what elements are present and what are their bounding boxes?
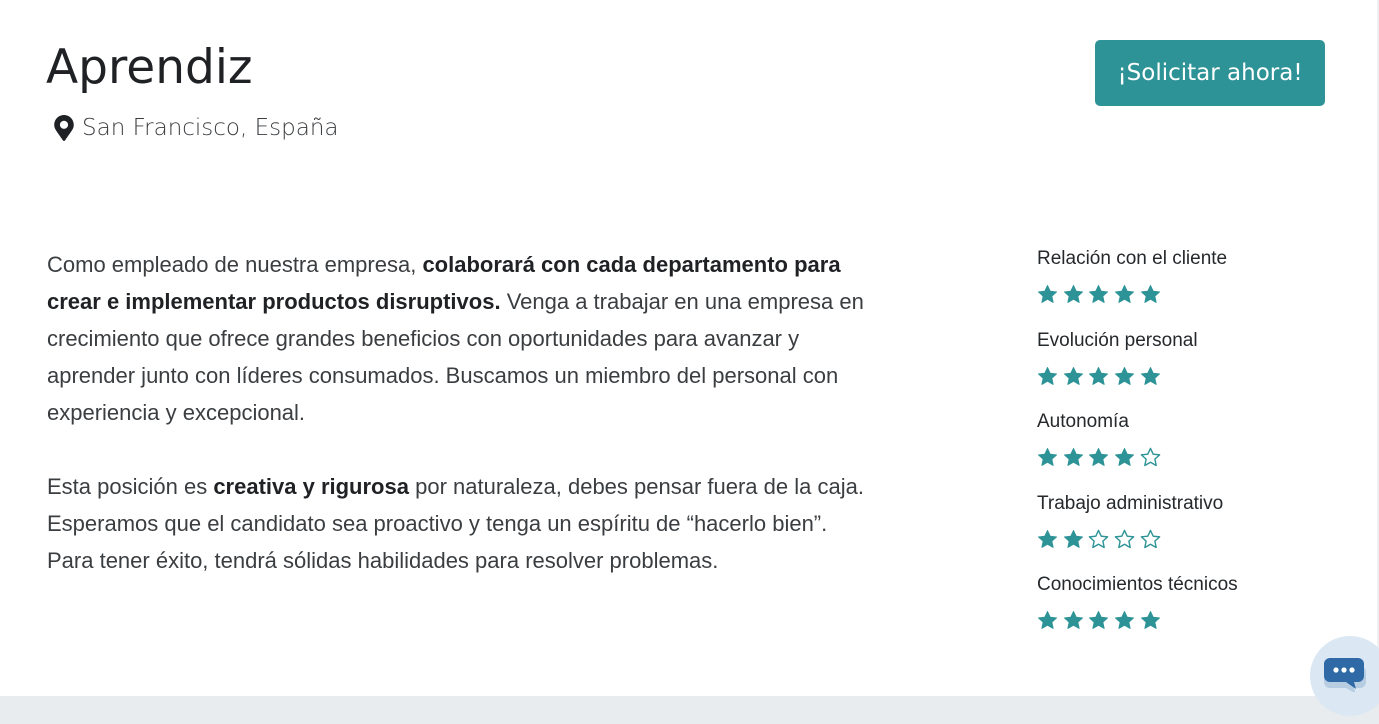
rating-label: Evolución personal bbox=[1037, 329, 1198, 351]
star-filled-icon bbox=[1140, 610, 1160, 629]
star-outline-icon bbox=[1140, 447, 1161, 467]
star-filled-icon bbox=[1115, 610, 1135, 629]
star-filled-icon bbox=[1063, 284, 1083, 303]
rating-label: Relación con el cliente bbox=[1037, 248, 1228, 269]
star-filled-icon bbox=[1089, 447, 1109, 466]
star-filled-icon bbox=[1115, 284, 1135, 303]
rating-stars bbox=[1037, 610, 1337, 631]
description-highlight: creativa y rigurosa bbox=[213, 474, 409, 499]
rating-label: Trabajo administrativo bbox=[1037, 492, 1224, 514]
description-paragraph-1: Como empleado de nuestra empresa, colabo… bbox=[47, 246, 877, 431]
job-description: Como empleado de nuestra empresa, colabo… bbox=[47, 246, 877, 616]
star-filled-icon bbox=[1063, 610, 1083, 629]
star-filled-icon bbox=[1115, 447, 1135, 466]
rating-item: Trabajo administrativo bbox=[1037, 489, 1337, 571]
star-filled-icon bbox=[1037, 529, 1058, 548]
job-location: San Francisco, España bbox=[54, 115, 339, 141]
star-filled-icon bbox=[1063, 447, 1083, 466]
map-marker-icon bbox=[54, 115, 74, 141]
rating-item: Conocimientos técnicos bbox=[1037, 570, 1337, 652]
rating-label: Conocimientos técnicos bbox=[1037, 574, 1238, 595]
star-filled-icon bbox=[1037, 366, 1058, 385]
rating-item: Relación con el cliente bbox=[1037, 244, 1337, 326]
footer-band bbox=[0, 696, 1379, 724]
star-outline-icon bbox=[1140, 529, 1161, 548]
rating-stars bbox=[1037, 529, 1337, 550]
rating-stars bbox=[1037, 447, 1337, 468]
description-text: Como empleado de nuestra empresa, bbox=[47, 252, 423, 277]
star-filled-icon bbox=[1140, 366, 1160, 385]
rating-stars bbox=[1037, 366, 1337, 387]
rating-item: Autonomía bbox=[1037, 407, 1337, 489]
rating-label: Autonomía bbox=[1037, 411, 1129, 432]
star-filled-icon bbox=[1037, 447, 1058, 466]
apply-now-button[interactable]: ¡Solicitar ahora! bbox=[1095, 40, 1325, 106]
star-outline-icon bbox=[1114, 529, 1135, 548]
job-location-text: San Francisco, España bbox=[82, 115, 339, 141]
star-filled-icon bbox=[1089, 284, 1109, 303]
star-filled-icon bbox=[1063, 529, 1083, 548]
star-outline-icon bbox=[1089, 529, 1109, 548]
star-filled-icon bbox=[1089, 366, 1109, 385]
description-text: Esta posición es bbox=[47, 474, 214, 499]
star-filled-icon bbox=[1037, 610, 1058, 629]
star-filled-icon bbox=[1140, 284, 1160, 303]
description-paragraph-2: Esta posición es creativa y rigurosa por… bbox=[47, 468, 877, 579]
star-filled-icon bbox=[1089, 610, 1109, 629]
chat-bubble-icon bbox=[1324, 658, 1366, 692]
job-title: Aprendiz bbox=[46, 40, 253, 95]
star-filled-icon bbox=[1037, 284, 1058, 303]
job-ratings: Relación con el cliente Evolución person… bbox=[1037, 244, 1337, 652]
rating-item: Evolución personal bbox=[1037, 326, 1337, 408]
star-filled-icon bbox=[1063, 366, 1083, 385]
rating-stars bbox=[1037, 284, 1337, 305]
star-filled-icon bbox=[1115, 366, 1135, 385]
